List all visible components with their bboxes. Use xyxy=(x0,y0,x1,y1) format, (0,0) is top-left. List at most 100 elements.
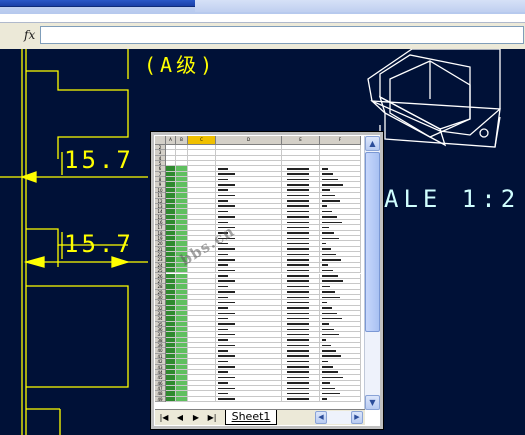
table-cell[interactable] xyxy=(216,187,282,193)
table-cell[interactable] xyxy=(282,391,320,396)
table-cell[interactable] xyxy=(320,193,361,198)
table-cell[interactable] xyxy=(216,150,282,155)
table-cell[interactable] xyxy=(176,236,188,241)
table-cell[interactable] xyxy=(216,343,282,348)
table-cell[interactable] xyxy=(282,273,320,278)
table-cell[interactable] xyxy=(216,321,282,327)
table-cell[interactable] xyxy=(216,332,282,337)
table-cell[interactable] xyxy=(282,262,320,268)
table-cell[interactable] xyxy=(166,337,176,343)
table-cell[interactable] xyxy=(166,214,176,219)
table-cell[interactable] xyxy=(188,284,216,289)
table-cell[interactable] xyxy=(320,278,361,284)
column-header[interactable]: B xyxy=(176,136,188,144)
table-cell[interactable] xyxy=(176,316,188,321)
table-cell[interactable] xyxy=(282,385,320,391)
select-all-corner[interactable] xyxy=(155,136,166,144)
table-cell[interactable] xyxy=(320,246,361,252)
table-cell[interactable] xyxy=(166,327,176,332)
table-cell[interactable] xyxy=(320,375,361,380)
row-header[interactable]: 49 xyxy=(155,397,165,402)
table-cell[interactable] xyxy=(282,246,320,252)
table-cell[interactable] xyxy=(176,145,188,150)
scroll-thumb[interactable] xyxy=(365,152,380,332)
table-cell[interactable] xyxy=(166,343,176,348)
scroll-down-icon[interactable]: ▼ xyxy=(365,395,380,410)
table-cell[interactable] xyxy=(188,380,216,385)
table-cell[interactable] xyxy=(216,369,282,375)
table-cell[interactable] xyxy=(216,359,282,364)
table-cell[interactable] xyxy=(188,150,216,155)
table-cell[interactable] xyxy=(166,193,176,198)
table-cell[interactable] xyxy=(320,273,361,278)
table-cell[interactable] xyxy=(188,337,216,343)
table-cell[interactable] xyxy=(188,375,216,380)
table-cell[interactable] xyxy=(176,359,188,364)
table-cell[interactable] xyxy=(188,214,216,219)
last-sheet-icon[interactable]: ▶| xyxy=(207,412,217,423)
table-cell[interactable] xyxy=(188,268,216,273)
table-cell[interactable] xyxy=(320,321,361,327)
table-cell[interactable] xyxy=(216,284,282,289)
table-cell[interactable] xyxy=(188,209,216,214)
table-cell[interactable] xyxy=(176,327,188,332)
table-cell[interactable] xyxy=(216,289,282,294)
table-cell[interactable] xyxy=(166,166,176,171)
table-cell[interactable] xyxy=(216,182,282,187)
table-cell[interactable] xyxy=(166,348,176,353)
formula-input[interactable] xyxy=(40,26,524,44)
table-cell[interactable] xyxy=(320,353,361,359)
table-cell[interactable] xyxy=(176,241,188,246)
table-cell[interactable] xyxy=(216,171,282,177)
table-cell[interactable] xyxy=(320,385,361,391)
next-sheet-icon[interactable]: ▶ xyxy=(191,412,201,423)
column-header[interactable]: A xyxy=(166,136,176,144)
table-cell[interactable] xyxy=(176,364,188,369)
table-cell[interactable] xyxy=(166,203,176,209)
table-cell[interactable] xyxy=(188,273,216,278)
table-cell[interactable] xyxy=(320,225,361,230)
table-cell[interactable] xyxy=(166,236,176,241)
column-header[interactable]: F xyxy=(320,136,361,144)
table-cell[interactable] xyxy=(188,289,216,294)
table-cell[interactable] xyxy=(166,241,176,246)
table-cell[interactable] xyxy=(216,348,282,353)
table-cell[interactable] xyxy=(166,396,176,401)
table-cell[interactable] xyxy=(176,305,188,310)
vertical-scrollbar[interactable]: ▲ ▼ xyxy=(364,136,380,410)
table-cell[interactable] xyxy=(176,209,188,214)
table-cell[interactable] xyxy=(216,316,282,321)
table-cell[interactable] xyxy=(176,161,188,166)
table-cell[interactable] xyxy=(282,241,320,246)
table-cell[interactable] xyxy=(176,353,188,359)
table-cell[interactable] xyxy=(166,359,176,364)
table-cell[interactable] xyxy=(188,332,216,337)
table-cell[interactable] xyxy=(188,203,216,209)
table-cell[interactable] xyxy=(216,268,282,273)
table-cell[interactable] xyxy=(176,214,188,219)
table-cell[interactable] xyxy=(320,252,361,257)
table-cell[interactable] xyxy=(176,193,188,198)
table-cell[interactable] xyxy=(282,337,320,343)
table-cell[interactable] xyxy=(282,219,320,225)
table-cell[interactable] xyxy=(216,337,282,343)
table-cell[interactable] xyxy=(166,321,176,327)
table-cell[interactable] xyxy=(176,171,188,177)
table-cell[interactable] xyxy=(166,310,176,316)
table-cell[interactable] xyxy=(188,385,216,391)
table-cell[interactable] xyxy=(282,364,320,369)
table-cell[interactable] xyxy=(166,150,176,155)
spreadsheet-grid[interactable]: A B C D E F 2 3 4 5 6 7 8 9 10 11 12 13 14 15 16 17 18 19… xyxy=(155,136,361,402)
table-cell[interactable] xyxy=(176,385,188,391)
table-cell[interactable] xyxy=(176,198,188,203)
table-cell[interactable] xyxy=(188,316,216,321)
table-cell[interactable] xyxy=(282,321,320,327)
table-cell[interactable] xyxy=(166,305,176,310)
table-cell[interactable] xyxy=(320,364,361,369)
table-cell[interactable] xyxy=(282,332,320,337)
table-cell[interactable] xyxy=(166,316,176,321)
table-cell[interactable] xyxy=(176,219,188,225)
table-cell[interactable] xyxy=(320,214,361,219)
table-cell[interactable] xyxy=(176,348,188,353)
table-cell[interactable] xyxy=(320,300,361,305)
